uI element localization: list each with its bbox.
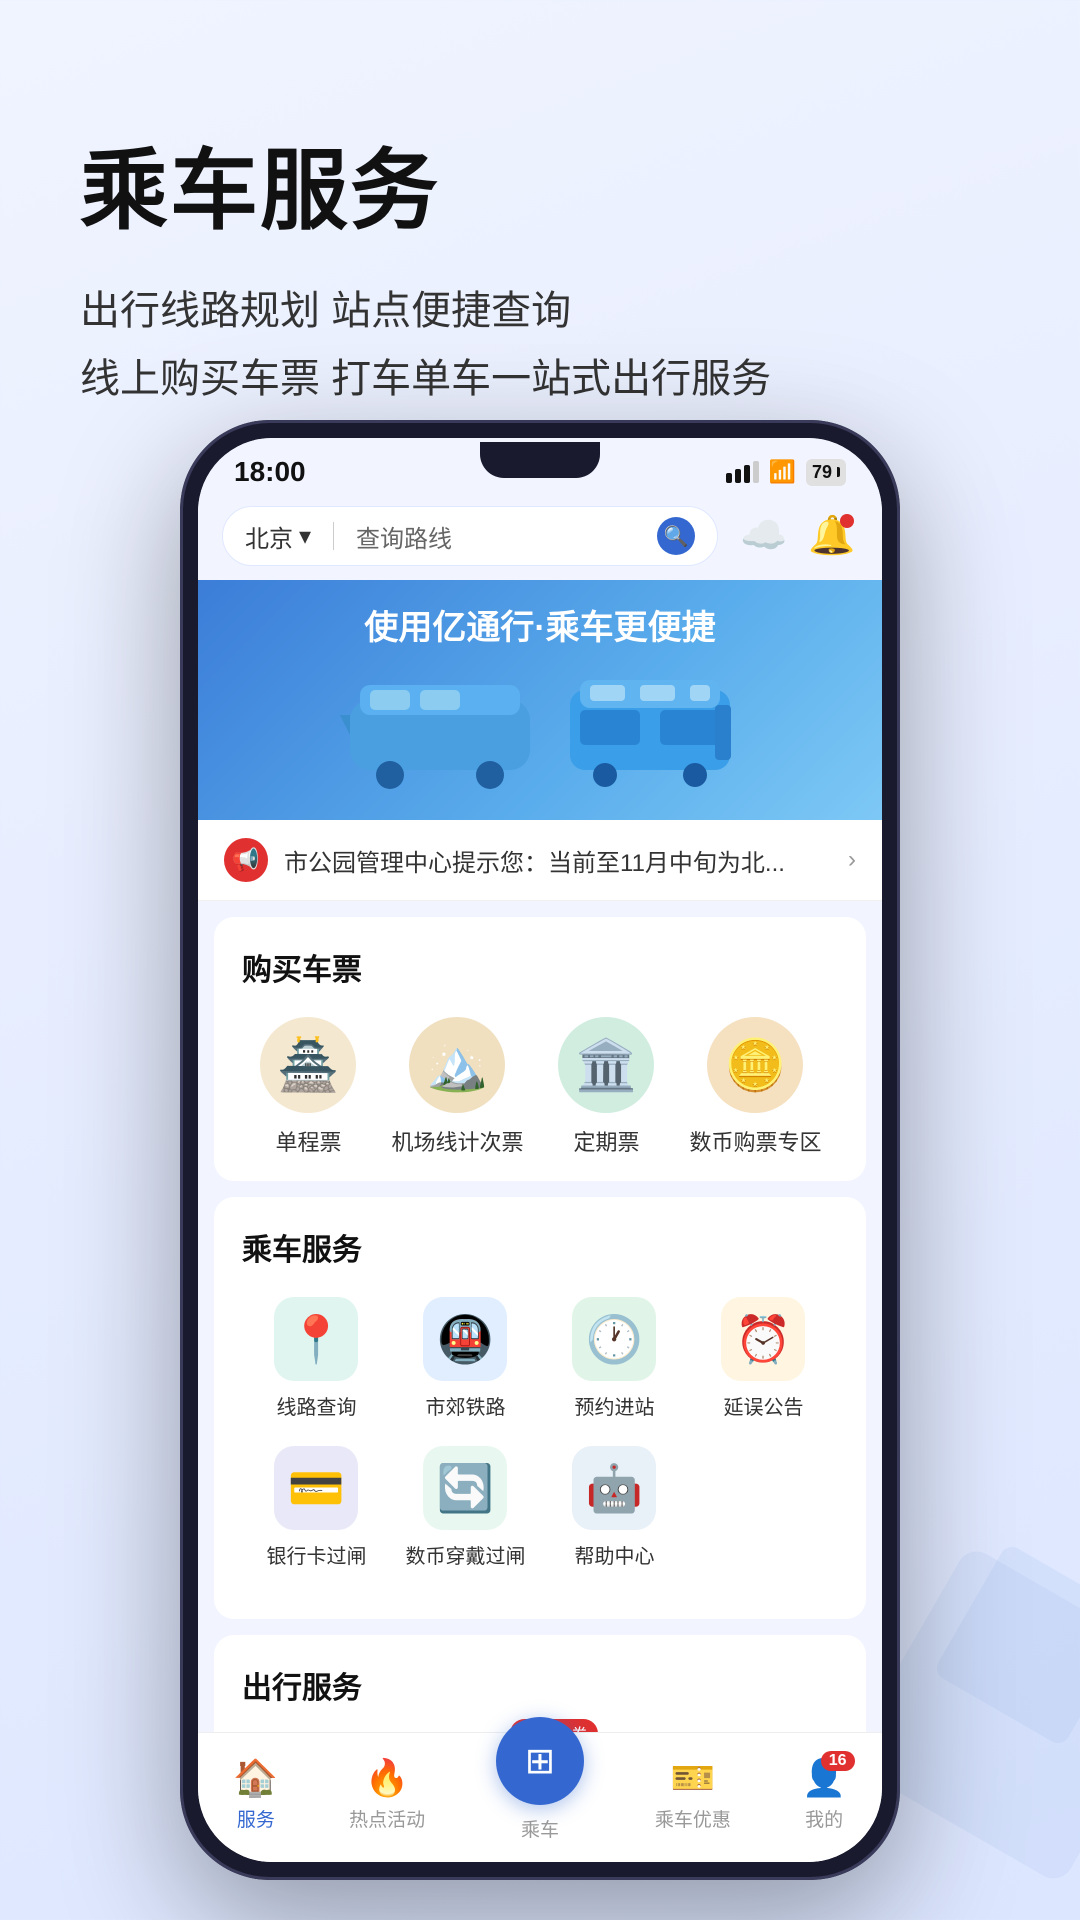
page-title: 乘车服务 xyxy=(80,120,1000,247)
buy-tickets-section: 购买车票 🏯 单程票 🏔️ 机场线计次票 🏛️ 定期票 xyxy=(214,917,866,1181)
service-help[interactable]: 🤖 帮助中心 xyxy=(549,1446,680,1569)
bottom-nav: 🏠 服务 🔥 热点活动 ⊞ 乘车 🎫 乘车优惠 xyxy=(198,1732,882,1862)
route-icon: 📍 xyxy=(274,1297,358,1381)
nav-discount-label: 乘车优惠 xyxy=(655,1805,731,1832)
notice-bar[interactable]: 📢 市公园管理中心提示您：当前至11月中旬为北... › xyxy=(198,820,882,901)
page-subtitle: 出行线路规划 站点便捷查询 线上购买车票 打车单车一站式出行服务 xyxy=(80,277,1000,413)
ticket-airport-icon: 🏔️ xyxy=(409,1017,505,1113)
notice-arrow-icon: › xyxy=(848,846,856,874)
status-icons: 📶 79 xyxy=(726,459,846,486)
header-icons: ☁️ 🔔 xyxy=(738,510,858,562)
service-empty xyxy=(698,1446,829,1569)
help-icon: 🤖 xyxy=(572,1446,656,1530)
nav-center-btn[interactable]: ⊞ xyxy=(496,1717,584,1805)
subway-train-icon xyxy=(560,660,740,790)
banner[interactable]: 使用亿通行·乘车更便捷 xyxy=(198,580,882,820)
ticket-periodic-label: 定期票 xyxy=(573,1125,639,1157)
notice-icon: 📢 xyxy=(224,838,268,882)
search-input-area[interactable]: 北京 ▾ 查询路线 🔍 xyxy=(222,506,718,566)
phone-screen: 18:00 📶 79 北京 ▾ xyxy=(198,438,882,1862)
phone-mockup: 18:00 📶 79 北京 ▾ xyxy=(180,420,900,1860)
nav-activity[interactable]: 🔥 热点活动 xyxy=(349,1757,425,1832)
service-digital-wear[interactable]: 🔄 数币穿戴过闸 xyxy=(400,1446,531,1569)
search-icon[interactable]: 🔍 xyxy=(657,517,695,555)
search-bar: 北京 ▾ 查询路线 🔍 ☁️ 🔔 xyxy=(198,498,882,580)
page-header: 乘车服务 出行线路规划 站点便捷查询 线上购买车票 打车单车一站式出行服务 xyxy=(0,0,1080,473)
suburban-icon: 🚇 xyxy=(423,1297,507,1381)
dropdown-icon: ▾ xyxy=(299,522,311,551)
delay-icon: ⏰ xyxy=(721,1297,805,1381)
cloud-icon-btn[interactable]: ☁️ xyxy=(738,510,790,562)
ticket-digital[interactable]: 🪙 数币购票专区 xyxy=(689,1017,821,1157)
nav-discount[interactable]: 🎫 乘车优惠 xyxy=(655,1757,731,1832)
nav-service[interactable]: 🏠 服务 xyxy=(233,1757,278,1832)
phone-shell: 18:00 📶 79 北京 ▾ xyxy=(180,420,900,1880)
nav-mine[interactable]: 👤 我的 16 xyxy=(802,1757,847,1832)
wifi-icon: 📶 xyxy=(769,459,796,485)
digital-wear-icon: 🔄 xyxy=(423,1446,507,1530)
nav-discount-icon: 🎫 xyxy=(670,1757,715,1799)
ticket-periodic[interactable]: 🏛️ 定期票 xyxy=(556,1017,656,1157)
ride-service-section: 乘车服务 📍 线路查询 🚇 市郊铁路 🕐 预约进站 xyxy=(214,1197,866,1619)
ride-service-title: 乘车服务 xyxy=(242,1225,838,1269)
nav-ride-label: 乘车 xyxy=(521,1815,559,1842)
ticket-airport[interactable]: 🏔️ 机场线计次票 xyxy=(391,1017,523,1157)
service-route[interactable]: 📍 线路查询 xyxy=(251,1297,382,1420)
nav-activity-label: 热点活动 xyxy=(349,1805,425,1832)
service-suburban[interactable]: 🚇 市郊铁路 xyxy=(400,1297,531,1420)
ticket-single-label: 单程票 xyxy=(275,1125,341,1157)
ticket-periodic-icon: 🏛️ xyxy=(558,1017,654,1113)
ticket-single[interactable]: 🏯 单程票 xyxy=(258,1017,358,1157)
nav-center[interactable]: ⊞ 乘车 xyxy=(496,1747,584,1842)
ticket-digital-icon: 🪙 xyxy=(707,1017,803,1113)
nav-activity-icon: 🔥 xyxy=(365,1757,410,1799)
nav-service-label: 服务 xyxy=(237,1805,275,1832)
bank-card-icon: 💳 xyxy=(274,1446,358,1530)
service-appointment[interactable]: 🕐 预约进站 xyxy=(549,1297,680,1420)
service-bank-card[interactable]: 💳 银行卡过闸 xyxy=(251,1446,382,1569)
service-row-1: 📍 线路查询 🚇 市郊铁路 🕐 预约进站 ⏰ 延误公告 xyxy=(242,1297,838,1420)
notification-dot xyxy=(840,514,854,528)
notice-text: 市公园管理中心提示您：当前至11月中旬为北... xyxy=(284,843,832,878)
outing-title: 出行服务 xyxy=(242,1663,838,1707)
nav-service-icon: 🏠 xyxy=(233,1757,278,1799)
appointment-icon: 🕐 xyxy=(572,1297,656,1381)
status-time: 18:00 xyxy=(234,456,306,488)
ticket-airport-label: 机场线计次票 xyxy=(391,1125,523,1157)
buy-tickets-grid: 🏯 单程票 🏔️ 机场线计次票 🏛️ 定期票 🪙 数币购票专区 xyxy=(242,1017,838,1157)
bullet-train-icon xyxy=(340,660,540,790)
ticket-digital-label: 数币购票专区 xyxy=(689,1125,821,1157)
service-row-2: 💳 银行卡过闸 🔄 数币穿戴过闸 🤖 帮助中心 xyxy=(242,1446,838,1569)
phone-notch xyxy=(480,442,600,478)
notification-icon-btn[interactable]: 🔔 xyxy=(806,510,858,562)
banner-text: 使用亿通行·乘车更便捷 xyxy=(198,600,882,649)
search-placeholder: 查询路线 xyxy=(356,519,645,554)
nav-mine-label: 我的 xyxy=(805,1805,843,1832)
divider xyxy=(333,522,334,550)
qr-code-icon: ⊞ xyxy=(525,1740,555,1782)
city-selector[interactable]: 北京 ▾ xyxy=(245,519,311,554)
ticket-single-icon: 🏯 xyxy=(260,1017,356,1113)
buy-tickets-title: 购买车票 xyxy=(242,945,838,989)
nav-mine-badge: 16 xyxy=(821,1751,855,1771)
signal-icon xyxy=(726,461,759,483)
service-delay[interactable]: ⏰ 延误公告 xyxy=(698,1297,829,1420)
battery-icon: 79 xyxy=(806,459,846,486)
